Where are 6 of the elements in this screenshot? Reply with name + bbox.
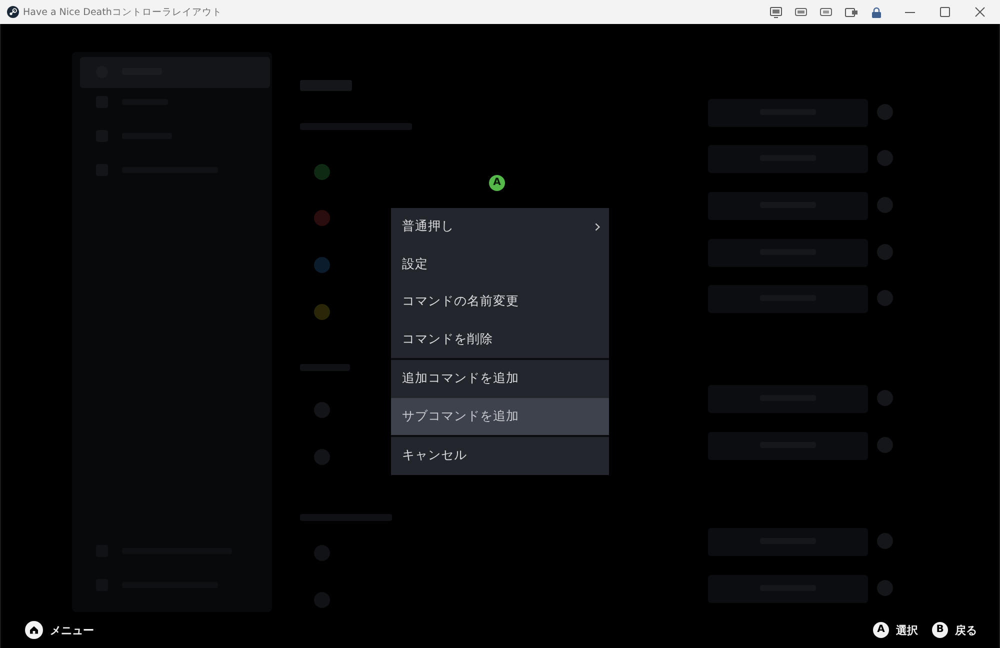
hint-label: 戻る — [955, 622, 977, 638]
menu-hint-label: メニュー — [50, 622, 94, 638]
hint-label: 選択 — [896, 622, 918, 638]
controller-button-glyph: A — [873, 622, 889, 638]
window-title: Have a Nice Deathコントローラレイアウト — [23, 6, 222, 18]
controller-button-glyph: B — [932, 622, 948, 638]
